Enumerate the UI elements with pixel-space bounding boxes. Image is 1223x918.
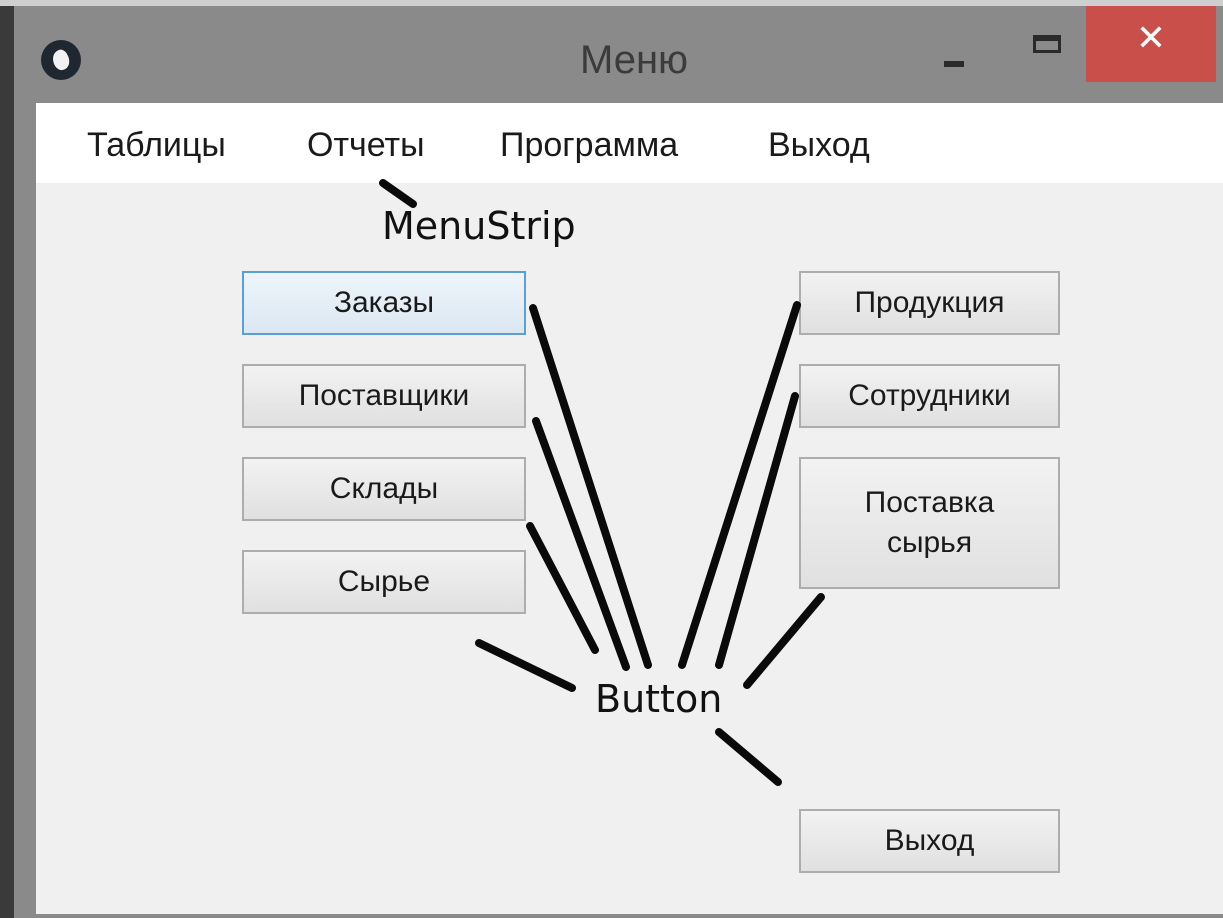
annotation-line [529,304,652,669]
annotation-line [678,301,801,669]
annotation-line [475,639,576,692]
annotation-line [743,593,825,689]
annotation-line [715,728,782,786]
annotation-lines [379,179,825,786]
annotation-line [379,179,417,208]
